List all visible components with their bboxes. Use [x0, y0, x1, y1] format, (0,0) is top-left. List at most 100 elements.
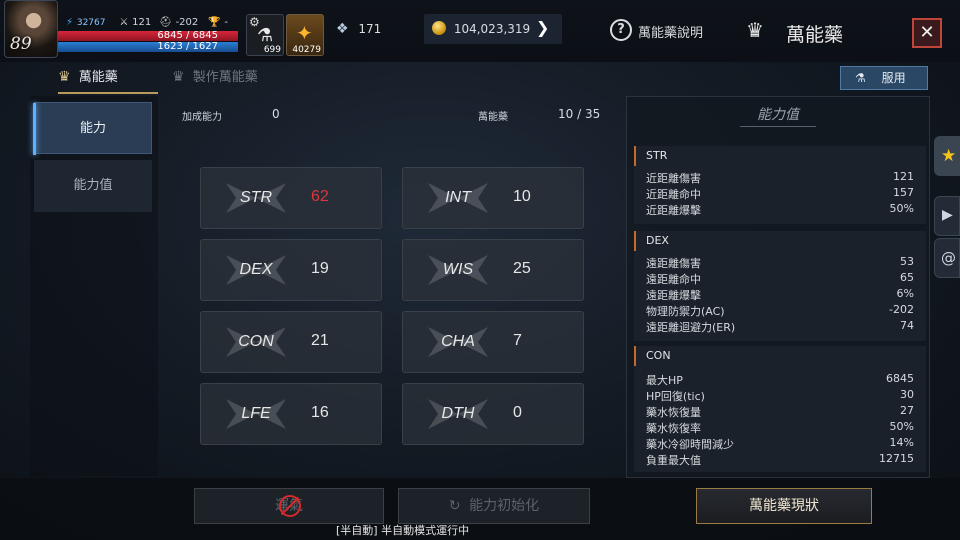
- star-icon: ★: [941, 146, 957, 166]
- stat-value: 62: [311, 188, 329, 205]
- defense-value: -202: [175, 17, 199, 28]
- stat-row: 遠距離傷害 53: [646, 255, 914, 270]
- stat-cell-cha[interactable]: CHA 7: [402, 311, 584, 373]
- stat-name: STR: [240, 189, 272, 206]
- luck-button[interactable]: 運氣: [194, 488, 384, 524]
- stat-value: 0: [513, 404, 522, 421]
- swirl-icon: @: [941, 249, 956, 267]
- tab-label: 萬能藥: [78, 70, 118, 85]
- stat-row: HP回復(tic) 30: [646, 388, 914, 403]
- stat-cell-lfe[interactable]: LFE 16: [200, 383, 382, 445]
- swirl-side-button[interactable]: @: [934, 238, 960, 278]
- stat-name: INT: [445, 189, 471, 206]
- no-entry-icon: [279, 495, 301, 517]
- tab-craft-elixir[interactable]: ♛ 製作萬能藥: [172, 66, 282, 94]
- craft-tab-icon: ♛: [172, 69, 185, 85]
- player-stats-row: ⚡ 32767 ⚔ 121 ⛑ -202 🏆 -: [66, 14, 246, 28]
- section-header: CON: [634, 346, 926, 366]
- stat-row: 最大HP 6845: [646, 372, 914, 387]
- help-icon[interactable]: ?: [610, 19, 632, 41]
- use-button[interactable]: ⚗ 服用: [840, 66, 928, 90]
- auto-mode-status: [半自動] 半自動模式運行中: [336, 524, 470, 537]
- play-icon: ▶: [942, 207, 953, 223]
- section-str: STR 近距離傷害 121 近距離命中 157 近距離爆擊 50%: [634, 146, 926, 224]
- use-button-label: 服用: [881, 71, 906, 85]
- stat-cell-str[interactable]: STR 62: [200, 167, 382, 229]
- item-slot-elixir[interactable]: ✦ 40279: [286, 14, 324, 56]
- gold-coin-icon: [432, 21, 446, 35]
- mp-text: 1623 / 1627: [157, 41, 218, 52]
- stat-row: 物理防禦力(AC) -202: [646, 303, 914, 318]
- panel-title: 能力值: [757, 107, 799, 123]
- play-side-button[interactable]: ▶: [934, 196, 960, 236]
- hp-bar: 6845 / 6845: [58, 31, 238, 41]
- favorite-side-button[interactable]: ★: [934, 136, 960, 176]
- bonus-label: 加成能力: [182, 112, 222, 123]
- attack-value: 121: [132, 17, 152, 28]
- menu-item-label: 能力值: [73, 178, 113, 193]
- status-button-label: 萬能藥現狀: [749, 498, 819, 514]
- gold-value: 104,023,319: [453, 22, 531, 36]
- power-icon: ⚡: [66, 17, 74, 28]
- close-button[interactable]: ✕: [912, 18, 942, 48]
- helmet-icon: ⛑: [159, 17, 172, 28]
- stat-name: DTH: [441, 405, 475, 422]
- stat-row: 藥水冷卻時間減少 14%: [646, 436, 914, 451]
- crystal-value: 171: [358, 22, 382, 36]
- trophy-icon: 🏆: [208, 17, 221, 28]
- stat-cell-dth[interactable]: DTH 0: [402, 383, 584, 445]
- stat-name: DEX: [239, 261, 273, 278]
- flask-icon: ⚗: [855, 71, 866, 85]
- stat-name: WIS: [442, 261, 474, 278]
- panel-title-divider: [740, 126, 816, 127]
- stat-row: 近距離命中 157: [646, 186, 914, 201]
- stat-name: CHA: [441, 333, 475, 350]
- item-count: 40279: [292, 45, 321, 55]
- crystal-currency: ❖ 171: [336, 16, 424, 42]
- menu-item-label: 能力: [79, 121, 106, 136]
- stat-cell-wis[interactable]: WIS 25: [402, 239, 584, 301]
- elixir-count-label: 萬能藥: [478, 112, 508, 123]
- section-con: CON 最大HP 6845 HP回復(tic) 30 藥水恢復量 27 藥水恢復率 50…: [634, 346, 926, 472]
- elixir-count-value: 10 / 35: [558, 107, 601, 121]
- crystal-icon: ❖: [336, 21, 349, 37]
- stat-value: 10: [513, 188, 531, 205]
- mp-bar: 1623 / 1627: [58, 42, 238, 52]
- stat-name: LFE: [241, 405, 271, 422]
- reset-button-label: 能力初始化: [469, 498, 540, 514]
- character-level: 89: [10, 34, 32, 54]
- stat-cell-int[interactable]: INT 10: [402, 167, 584, 229]
- reset-ability-button[interactable]: ↻ 能力初始化: [398, 488, 590, 524]
- stat-cell-dex[interactable]: DEX 19: [200, 239, 382, 301]
- elixir-status-button[interactable]: 萬能藥現狀: [696, 488, 872, 524]
- menu-item-ability[interactable]: 能力: [33, 102, 152, 155]
- stat-value: 19: [311, 260, 329, 277]
- item-count: 699: [263, 45, 281, 55]
- stat-cell-con[interactable]: CON 21: [200, 311, 382, 373]
- help-label[interactable]: 萬能藥說明: [638, 22, 703, 41]
- item-slot-potion[interactable]: ⚙ ⚗ 699: [246, 14, 284, 56]
- sword-icon: ⚔: [119, 17, 129, 28]
- section-dex: DEX 遠距離傷害 53 遠距離命中 65 遠距離爆擊 6% 物理防禦力(AC) -20…: [634, 231, 926, 341]
- stat-row: 藥水恢復率 50%: [646, 420, 914, 435]
- stat-row: 負重最大值 12715: [646, 452, 914, 467]
- stat-row: 近距離傷害 121: [646, 170, 914, 185]
- stat-value: 7: [513, 332, 522, 349]
- bonus-value: 0: [272, 107, 280, 121]
- stat-row: 近距離爆擊 50%: [646, 202, 914, 217]
- section-header: STR: [634, 146, 926, 166]
- menu-item-ability-value[interactable]: 能力值: [34, 160, 152, 212]
- stat-row: 藥水恢復量 27: [646, 404, 914, 419]
- stat-row: 遠距離命中 65: [646, 271, 914, 286]
- elixir-icon: ✦: [296, 21, 313, 45]
- hp-text: 6845 / 6845: [157, 30, 218, 41]
- chevron-right-icon[interactable]: ❯: [536, 18, 549, 37]
- stat-value: 16: [311, 404, 329, 421]
- elixir-tab-icon: ♛: [58, 69, 71, 85]
- stat-value: 25: [513, 260, 531, 277]
- elixir-emblem-icon: ♛: [746, 18, 764, 42]
- page-title: 萬能藥: [786, 24, 844, 46]
- stat-row: 遠距離爆擊 6%: [646, 287, 914, 302]
- section-header: DEX: [634, 231, 926, 251]
- tab-elixir[interactable]: ♛ 萬能藥: [58, 66, 158, 94]
